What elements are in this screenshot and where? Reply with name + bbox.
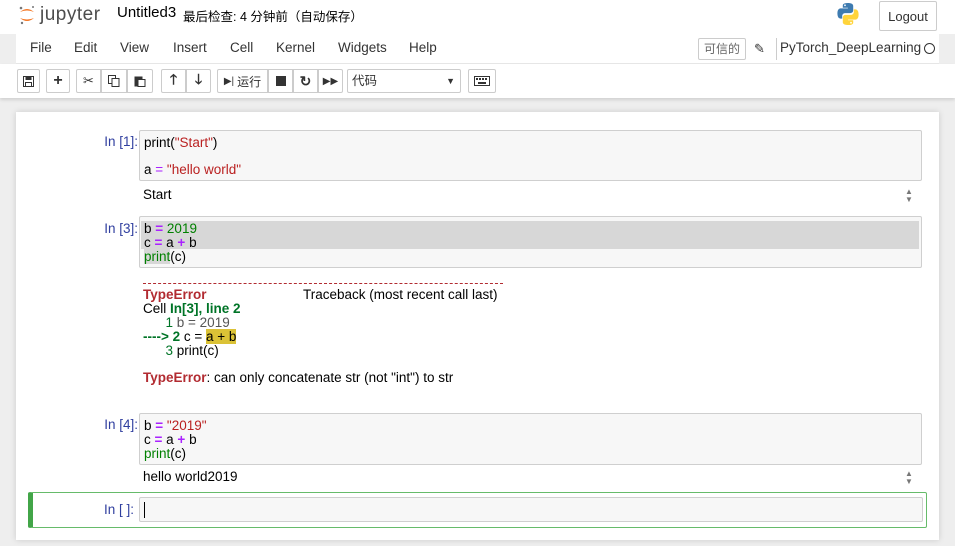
kernel-name[interactable]: PyTorch_DeepLearning bbox=[780, 40, 921, 55]
run-label: 运行 bbox=[237, 74, 262, 89]
kernel-separator bbox=[776, 38, 777, 60]
menu-edit[interactable]: Edit bbox=[74, 40, 97, 55]
code-line: print(c) bbox=[144, 249, 187, 264]
header: jupyter Untitled3 最后检查: 4 分钟前（自动保存） Logo… bbox=[0, 0, 955, 34]
code-line: c = a + b bbox=[144, 432, 197, 447]
logo-text: jupyter bbox=[40, 4, 101, 25]
traceback-line-2: ----> 2 c = a + b bbox=[143, 329, 237, 344]
menu-help[interactable]: Help bbox=[409, 40, 437, 55]
menu-widgets[interactable]: Widgets bbox=[338, 40, 387, 55]
code-line: b = "2019" bbox=[144, 418, 207, 433]
selection-highlight bbox=[141, 221, 919, 249]
notebook-name[interactable]: Untitled3 bbox=[117, 4, 176, 21]
step-forward-icon: ▶| bbox=[223, 75, 235, 87]
menu-file[interactable]: File bbox=[30, 40, 52, 55]
save-button[interactable] bbox=[17, 69, 40, 93]
restart-icon: ↻ bbox=[299, 72, 312, 89]
checkpoint-status: 最后检查: 4 分钟前（自动保存） bbox=[183, 10, 363, 24]
pencil-icon[interactable]: ✎ bbox=[754, 41, 765, 57]
code-line: print(c) bbox=[144, 446, 187, 461]
text-cursor bbox=[144, 502, 145, 518]
trusted-indicator[interactable]: 可信的 bbox=[698, 38, 746, 60]
cell-prompt: In [ ]: bbox=[103, 502, 134, 517]
error-message-line: TypeError: can only concatenate str (not… bbox=[143, 370, 453, 385]
cell-prompt: In [1]: bbox=[104, 134, 138, 149]
traceback-divider bbox=[143, 283, 503, 284]
jupyter-logo[interactable]: jupyter bbox=[18, 2, 101, 28]
error-type: TypeError bbox=[143, 370, 207, 385]
output-scroll-icon[interactable]: ▲ ▼ bbox=[904, 188, 914, 204]
paste-icon bbox=[134, 76, 146, 87]
move-up-button[interactable]: 🡑 bbox=[161, 69, 186, 93]
error-name: TypeError bbox=[143, 287, 207, 302]
menu-view[interactable]: View bbox=[120, 40, 149, 55]
move-down-button[interactable]: 🡓 bbox=[186, 69, 211, 93]
chevron-down-icon: ▼ bbox=[446, 76, 455, 86]
cell-type-select[interactable]: 代码 ▼ bbox=[347, 69, 461, 93]
traceback-cell-label: Cell bbox=[143, 301, 171, 316]
stop-icon bbox=[275, 76, 286, 86]
code-line: c = a + b bbox=[144, 235, 197, 250]
python-logo-icon bbox=[837, 3, 859, 25]
keyboard-icon bbox=[474, 76, 490, 86]
menu-cell[interactable]: Cell bbox=[230, 40, 253, 55]
jupyter-logo-icon bbox=[19, 6, 34, 25]
paste-button[interactable] bbox=[127, 69, 153, 93]
fast-forward-icon: ▶▶ bbox=[322, 75, 339, 87]
restart-button[interactable]: ↻ bbox=[293, 69, 318, 93]
code-cell-input[interactable]: b = 2019 c = a + b print(c) bbox=[139, 216, 922, 268]
menubar: File Edit View Insert Cell Kernel Widget… bbox=[16, 34, 939, 64]
active-cell[interactable]: In [ ]: bbox=[28, 492, 927, 528]
cell-output: hello world2019 bbox=[143, 469, 238, 484]
code-cell-input[interactable] bbox=[139, 497, 923, 522]
menu-kernel[interactable]: Kernel bbox=[276, 40, 315, 55]
cell-prompt: In [3]: bbox=[104, 221, 138, 236]
code-line: b = 2019 bbox=[144, 221, 197, 236]
menu-insert[interactable]: Insert bbox=[173, 40, 207, 55]
kernel-idle-icon bbox=[924, 43, 935, 54]
plus-icon: + bbox=[53, 72, 63, 89]
traceback-line-1: 1 b = 2019 bbox=[143, 315, 230, 330]
code-line: a = "hello world" bbox=[144, 162, 242, 177]
output-scroll-icon[interactable]: ▲ ▼ bbox=[904, 470, 914, 486]
restart-run-all-button[interactable]: ▶▶ bbox=[318, 69, 343, 93]
error-message: : can only concatenate str (not "int") t… bbox=[206, 370, 454, 385]
cell-type-value: 代码 bbox=[352, 74, 378, 88]
scissors-icon: ✂ bbox=[83, 73, 94, 88]
run-button[interactable]: ▶| 运行 bbox=[217, 69, 268, 93]
toolbar: + ✂ 🡑 🡓 ▶| 运行 ↻ ▶▶ 代码 ▼ bbox=[0, 64, 955, 98]
insert-cell-button[interactable]: + bbox=[46, 69, 70, 93]
code-cell-input[interactable]: b = "2019" c = a + b print(c) bbox=[139, 413, 922, 465]
traceback-cell-ref: In[3], line 2 bbox=[170, 301, 241, 316]
command-palette-button[interactable] bbox=[468, 69, 496, 93]
cell-output: Start bbox=[143, 187, 172, 202]
traceback-cell-line: Cell In[3], line 2 bbox=[143, 301, 241, 316]
traceback-header: Traceback (most recent call last) bbox=[303, 287, 498, 302]
save-icon bbox=[23, 75, 34, 87]
arrow-down-icon: 🡓 bbox=[194, 71, 203, 87]
arrow-up-icon: 🡑 bbox=[169, 71, 178, 87]
copy-icon bbox=[108, 75, 120, 87]
code-cell-input[interactable]: print("Start") a = "hello world" bbox=[139, 130, 922, 181]
code-line: print("Start") bbox=[144, 135, 218, 150]
cell-prompt: In [4]: bbox=[104, 417, 138, 432]
interrupt-button[interactable] bbox=[268, 69, 293, 93]
logout-button[interactable]: Logout bbox=[879, 1, 937, 31]
copy-button[interactable] bbox=[101, 69, 127, 93]
cut-button[interactable]: ✂ bbox=[76, 69, 101, 93]
traceback-line-3: 3 print(c) bbox=[143, 343, 219, 358]
notebook-container: In [1]: print("Start") a = "hello world"… bbox=[16, 112, 939, 540]
